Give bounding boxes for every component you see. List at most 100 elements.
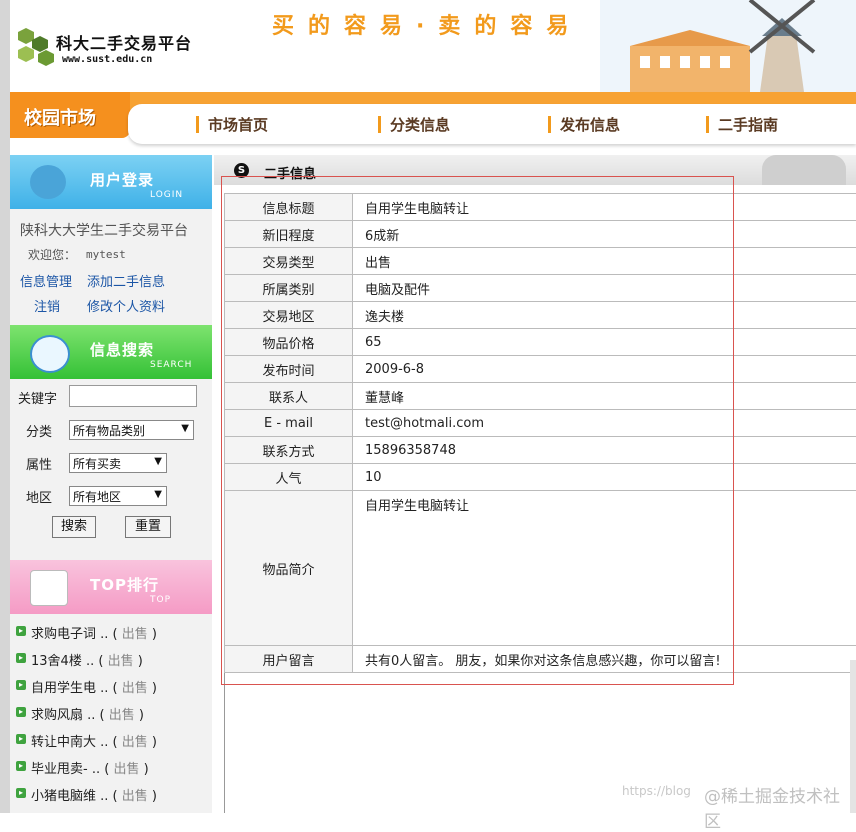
item-name: 转让中南大 .. [31,735,108,750]
row-value: 电脑及配件 [353,275,856,302]
document-icon [30,570,68,606]
table-row: 物品价格65 [225,329,856,356]
dropdown-arrow-icon: ▼ [181,423,189,434]
table-row: 人气10 [225,464,856,491]
header-scenery-image [600,0,856,92]
attribute-select[interactable]: 所有买卖 ▼ [69,453,167,473]
item-name: 毕业甩卖- .. [31,762,100,777]
add-item-link[interactable]: 添加二手信息 [87,271,165,290]
item-name: 求购风扇 .. [31,708,95,723]
arrow-bullet-icon: ▸ [16,761,26,771]
site-name: 科大二手交易平台 [56,30,192,54]
top-panel-header: TOP排行 TOP [10,560,212,614]
top-title: TOP排行 [90,574,159,595]
row-value: 10 [353,464,856,491]
keyword-input[interactable] [69,385,197,407]
top-list-item[interactable]: ▸转让中南大 .. ( 出售 ) [16,731,157,758]
logout-link[interactable]: 注销 [34,296,60,315]
row-value: 逸夫楼 [353,302,856,329]
table-row-intro: 物品简介自用学生电脑转让 [225,491,856,646]
item-status: 出售 [122,789,148,804]
nav-item-category[interactable]: 分类信息 [378,114,450,135]
magnifier-icon [30,335,70,373]
table-row: E - mailtest@hotmali.com [225,410,856,437]
main-nav: 校园市场 市场首页 分类信息 发布信息 二手指南 [10,92,856,150]
logo-hexagon-icon [16,26,58,66]
section-title: 二手信息 [264,163,316,182]
keyword-label: 关键字 [18,388,57,407]
nav-item-publish[interactable]: 发布信息 [548,114,620,135]
category-label: 分类 [26,421,52,440]
item-status: 出售 [122,681,148,696]
search-subtitle: SEARCH [150,360,192,370]
login-title: 用户登录 [90,169,154,190]
item-status: 出售 [108,654,134,669]
nav-item-home[interactable]: 市场首页 [196,114,268,135]
top-list: ▸求购电子词 .. ( 出售 ) ▸13舍4楼 .. ( 出售 ) ▸自用学生电… [16,623,157,812]
platform-text: 陕科大大学生二手交易平台 [20,220,188,240]
category-select[interactable]: 所有物品类别 ▼ [69,420,194,440]
edit-profile-link[interactable]: 修改个人资料 [87,296,165,315]
category-select-value: 所有物品类别 [73,424,145,438]
top-subtitle: TOP [150,595,171,605]
nav-item-guide[interactable]: 二手指南 [706,114,778,135]
table-row: 新旧程度6成新 [225,221,856,248]
row-value: 自用学生电脑转让 [353,194,856,221]
info-detail-table: 信息标题自用学生电脑转让 新旧程度6成新 交易类型出售 所属类别电脑及配件 交易… [224,193,856,673]
site-header: 科大二手交易平台 www.sust.edu.cn 买的容易·卖的容易 [10,0,856,92]
user-group-icon [30,165,66,199]
comment-value: 共有0人留言。 朋友，如果你对这条信息感兴趣，你可以留言! [353,646,856,673]
search-panel-header: 信息搜索 SEARCH [10,325,212,379]
search-title: 信息搜索 [90,339,154,360]
row-value: 出售 [353,248,856,275]
arrow-bullet-icon: ▸ [16,734,26,744]
item-status: 出售 [122,735,148,750]
row-value: 6成新 [353,221,856,248]
login-panel-header: 用户登录 LOGIN [10,155,212,209]
top-list-item[interactable]: ▸求购风扇 .. ( 出售 ) [16,704,157,731]
top-list-item[interactable]: ▸自用学生电 .. ( 出售 ) [16,677,157,704]
row-label: 信息标题 [225,194,353,221]
row-value: 董慧峰 [353,383,856,410]
username: mytest [86,248,126,261]
search-button[interactable]: 搜索 [52,516,96,538]
market-tab: 校园市场 [10,92,130,138]
table-row: 联系方式15896358748 [225,437,856,464]
market-label: 校园市场 [24,104,96,130]
attribute-select-value: 所有买卖 [73,457,121,471]
reset-button[interactable]: 重置 [125,516,171,538]
row-label: 联系方式 [225,437,353,464]
region-select[interactable]: 所有地区▼ [69,486,167,506]
top-list-item[interactable]: ▸小猪电脑维 .. ( 出售 ) [16,785,157,812]
main-content: S 二手信息 信息标题自用学生电脑转让 新旧程度6成新 交易类型出售 所属类别电… [214,155,856,813]
table-row: 交易地区逸夫楼 [225,302,856,329]
row-value: 65 [353,329,856,356]
row-label: 发布时间 [225,356,353,383]
item-status: 出售 [109,708,135,723]
dropdown-arrow-icon: ▼ [154,456,162,467]
dropdown-arrow-icon: ▼ [154,489,162,500]
row-label: 联系人 [225,383,353,410]
top-list-item[interactable]: ▸13舍4楼 .. ( 出售 ) [16,650,157,677]
row-label: 所属类别 [225,275,353,302]
table-row: 所属类别电脑及配件 [225,275,856,302]
item-name: 13舍4楼 .. [31,654,94,669]
row-value: 15896358748 [353,437,856,464]
item-name: 自用学生电 .. [31,681,108,696]
header-slogan: 买的容易·卖的容易 [272,8,582,40]
top-list-item[interactable]: ▸求购电子词 .. ( 出售 ) [16,623,157,650]
item-status: 出售 [122,627,148,642]
table-row: 交易类型出售 [225,248,856,275]
watermark-brand: @稀土掘金技术社区 [704,782,856,832]
arrow-bullet-icon: ▸ [16,653,26,663]
arrow-bullet-icon: ▸ [16,707,26,717]
region-label: 地区 [26,487,52,506]
intro-label: 物品简介 [225,491,353,646]
row-label: E - mail [225,410,353,437]
arrow-bullet-icon: ▸ [16,626,26,636]
top-list-item[interactable]: ▸毕业甩卖- .. ( 出售 ) [16,758,157,785]
arrow-bullet-icon: ▸ [16,788,26,798]
table-row: 联系人董慧峰 [225,383,856,410]
info-manage-link[interactable]: 信息管理 [20,271,72,290]
row-value: 2009-6-8 [353,356,856,383]
